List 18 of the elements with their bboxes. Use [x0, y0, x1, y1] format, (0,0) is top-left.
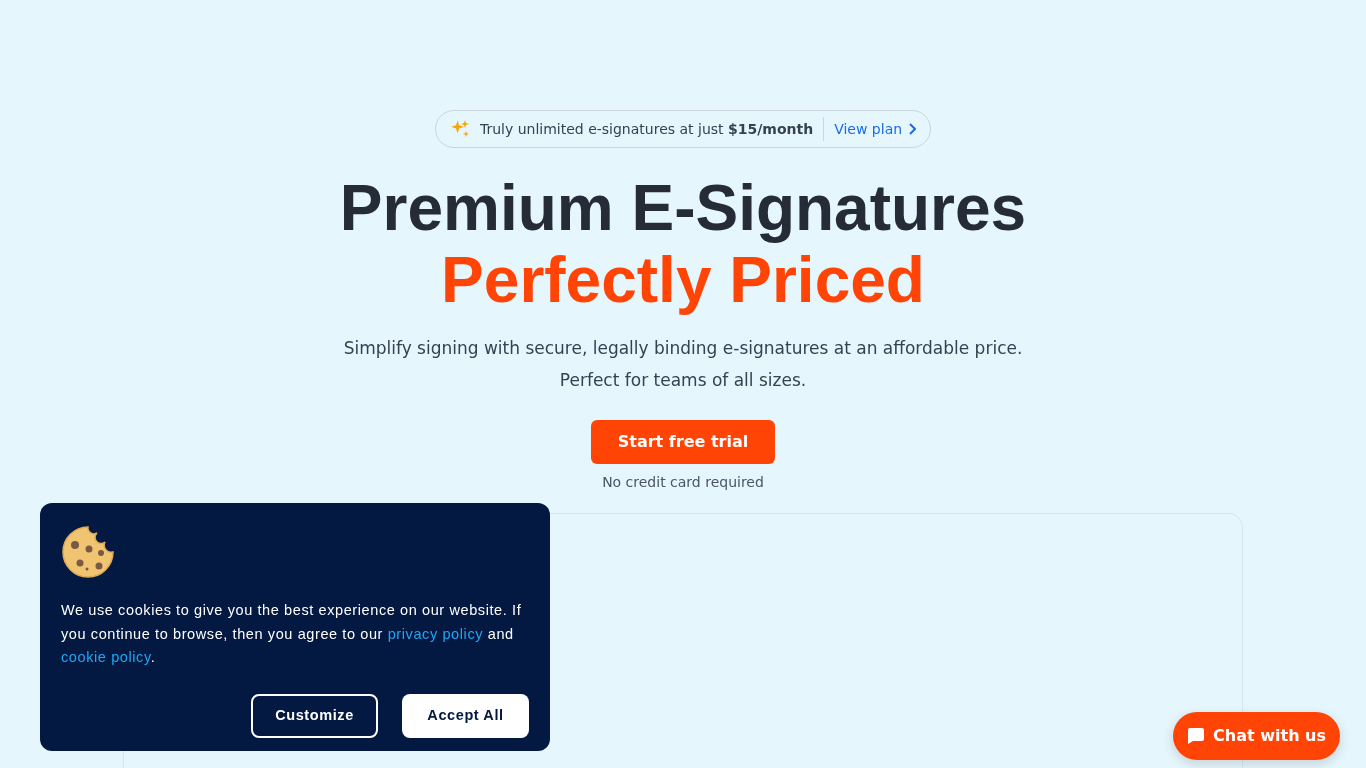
sparkle-icon	[449, 119, 470, 139]
chat-bubble-icon	[1187, 727, 1206, 745]
hero-subtitle: Perfect for teams of all sizes.	[558, 369, 808, 392]
cookie-icon	[61, 525, 115, 579]
accept-button[interactable]: Accept All	[402, 693, 529, 738]
chevron-right-icon	[908, 123, 917, 135]
hero-title: Premium E-Signatures	[339, 172, 1027, 244]
policy-link[interactable]: cookie policy	[61, 649, 151, 665]
announcement-text: Truly unlimited e-signatures at just $15/month	[479, 119, 814, 139]
policy-link[interactable]: privacy policy	[387, 625, 484, 642]
start-trial-button[interactable]: Start free trial	[591, 420, 775, 464]
hero-subtitle: Simplify signing with secure, legally binding e-signatures at an affordable price.	[343, 337, 1023, 360]
view-plan-link[interactable]: View plan	[834, 118, 917, 140]
hero-title-accent: Perfectly Priced	[441, 244, 925, 316]
cookie-message: We use cookies to give you the best experience on our website. If you continue to browse, then you agree to our privacy policy and cookie policy.	[61, 601, 523, 667]
customize-button[interactable]: Customize	[251, 693, 378, 738]
cta-note: No credit card required	[602, 473, 764, 492]
chat-button[interactable]: Chat with us	[1173, 712, 1340, 760]
